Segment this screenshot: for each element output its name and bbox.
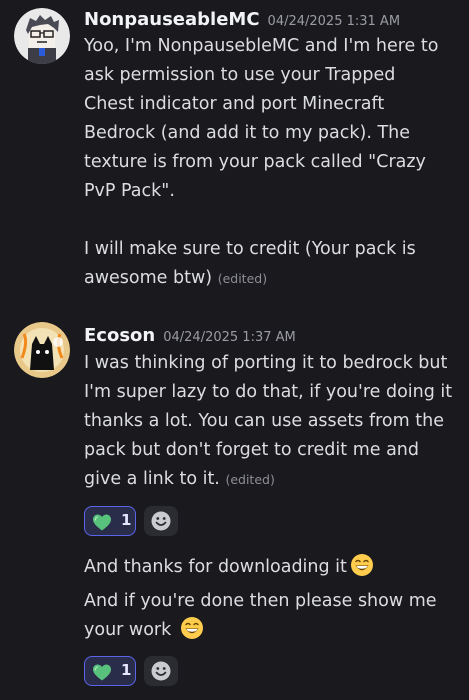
reaction-count: 1 (121, 661, 132, 679)
reaction-green-heart[interactable]: 1 (84, 656, 136, 686)
smiley-icon (150, 510, 172, 532)
message-line: pack but don't forget to credit me and (84, 440, 419, 460)
message-line: And if you're done then please show me (84, 591, 437, 611)
message-text: Yoo, I'm NonpausebleMC and I'm here to a… (84, 32, 459, 293)
smiley-icon (150, 660, 172, 682)
message-line: texture is from your pack called "Crazy (84, 152, 426, 172)
message-line: PvP Pack". (84, 181, 175, 201)
edited-label: (edited) (217, 271, 268, 286)
message-line: I will make sure to credit (Your pack is (84, 239, 416, 259)
reaction-green-heart[interactable]: 1 (84, 506, 136, 536)
avatar-image (14, 322, 70, 378)
message-text: And thanks for downloading it And if you… (84, 553, 459, 645)
message-line: awesome btw) (84, 268, 213, 288)
message-line: Bedrock (and add it to my pack). The (84, 123, 411, 143)
message-text: I was thinking of porting it to bedrock … (84, 349, 459, 494)
timestamp[interactable]: 04/24/2025 1:31 AM (268, 14, 401, 29)
message-line: your work (84, 620, 172, 640)
message-header: NonpauseableMC 04/24/2025 1:31 AM (84, 9, 400, 30)
add-reaction-button[interactable] (144, 506, 178, 536)
message-line: ask permission to use your Trapped (84, 65, 396, 85)
timestamp[interactable]: 04/24/2025 1:37 AM (163, 330, 296, 345)
message-line: Chest indicator and port Minecraft (84, 94, 385, 114)
reaction-count: 1 (121, 511, 132, 529)
add-reaction-button[interactable] (144, 656, 178, 686)
message-line: give a link to it. (84, 469, 220, 489)
chat-log: NonpauseableMC 04/24/2025 1:31 AM Yoo, I'… (0, 0, 469, 700)
message-line: I'm super lazy to do that, if you're doi… (84, 382, 453, 402)
message-line: And thanks for downloading it (84, 557, 347, 577)
green-heart-icon (92, 663, 112, 682)
avatar[interactable] (14, 322, 70, 378)
avatar[interactable] (14, 8, 70, 64)
message-header: Ecoson 04/24/2025 1:37 AM (84, 325, 296, 346)
edited-label: (edited) (225, 472, 275, 487)
grinning-face-icon (350, 553, 374, 577)
username[interactable]: Ecoson (84, 325, 155, 346)
grinning-face-icon (180, 616, 204, 640)
avatar-image (14, 8, 70, 64)
message-line: I was thinking of porting it to bedrock … (84, 353, 448, 373)
green-heart-icon (92, 513, 112, 532)
username[interactable]: NonpauseableMC (84, 9, 260, 30)
message-line: thanks a lot. You can use assets from th… (84, 411, 444, 431)
message-line: Yoo, I'm NonpausebleMC and I'm here to (84, 36, 439, 56)
